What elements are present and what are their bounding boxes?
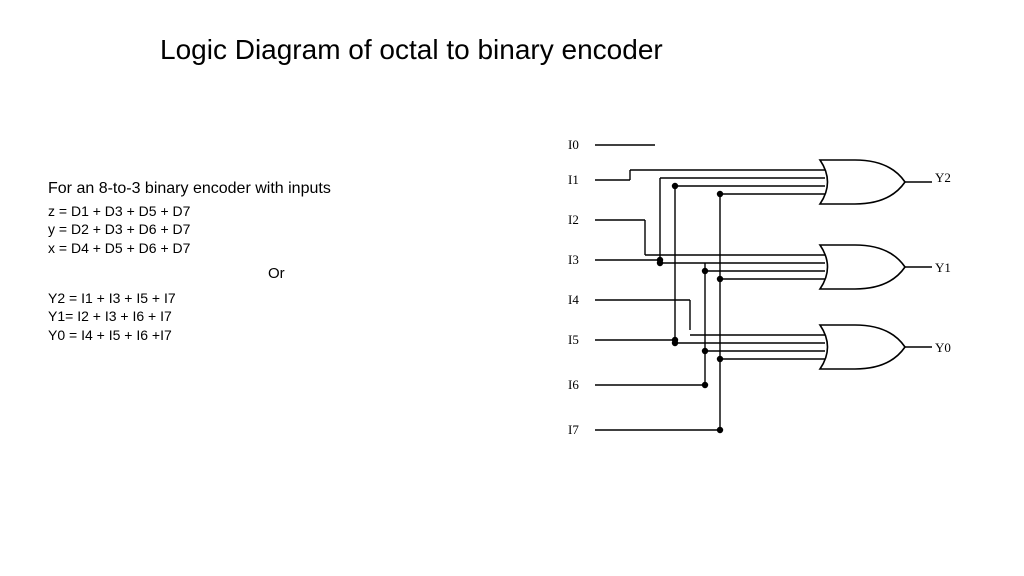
equation-y: y = D2 + D3 + D6 + D7 [48, 220, 331, 239]
input-label-i5: I5 [568, 332, 579, 348]
equations-block: For an 8-to-3 binary encoder with inputs… [48, 178, 331, 345]
output-label-y1: Y1 [935, 260, 951, 276]
logic-diagram: I0 I1 I2 I3 I4 I5 I6 I7 Y2 Y1 Y0 [560, 130, 980, 490]
input-label-i6: I6 [568, 377, 579, 393]
input-label-i0: I0 [568, 137, 579, 153]
equation-y1: Y1= I2 + I3 + I6 + I7 [48, 307, 331, 326]
encoder-intro: For an 8-to-3 binary encoder with inputs [48, 178, 331, 200]
input-label-i4: I4 [568, 292, 579, 308]
page-title: Logic Diagram of octal to binary encoder [160, 34, 663, 66]
output-label-y0: Y0 [935, 340, 951, 356]
input-label-i1: I1 [568, 172, 579, 188]
equation-x: x = D4 + D5 + D6 + D7 [48, 239, 331, 258]
input-label-i3: I3 [568, 252, 579, 268]
or-label: Or [268, 264, 331, 284]
logic-diagram-svg [560, 130, 980, 490]
output-label-y2: Y2 [935, 170, 951, 186]
equation-y2: Y2 = I1 + I3 + I5 + I7 [48, 289, 331, 308]
equation-z: z = D1 + D3 + D5 + D7 [48, 202, 331, 221]
input-label-i2: I2 [568, 212, 579, 228]
equation-y0: Y0 = I4 + I5 + I6 +I7 [48, 326, 331, 345]
input-label-i7: I7 [568, 422, 579, 438]
